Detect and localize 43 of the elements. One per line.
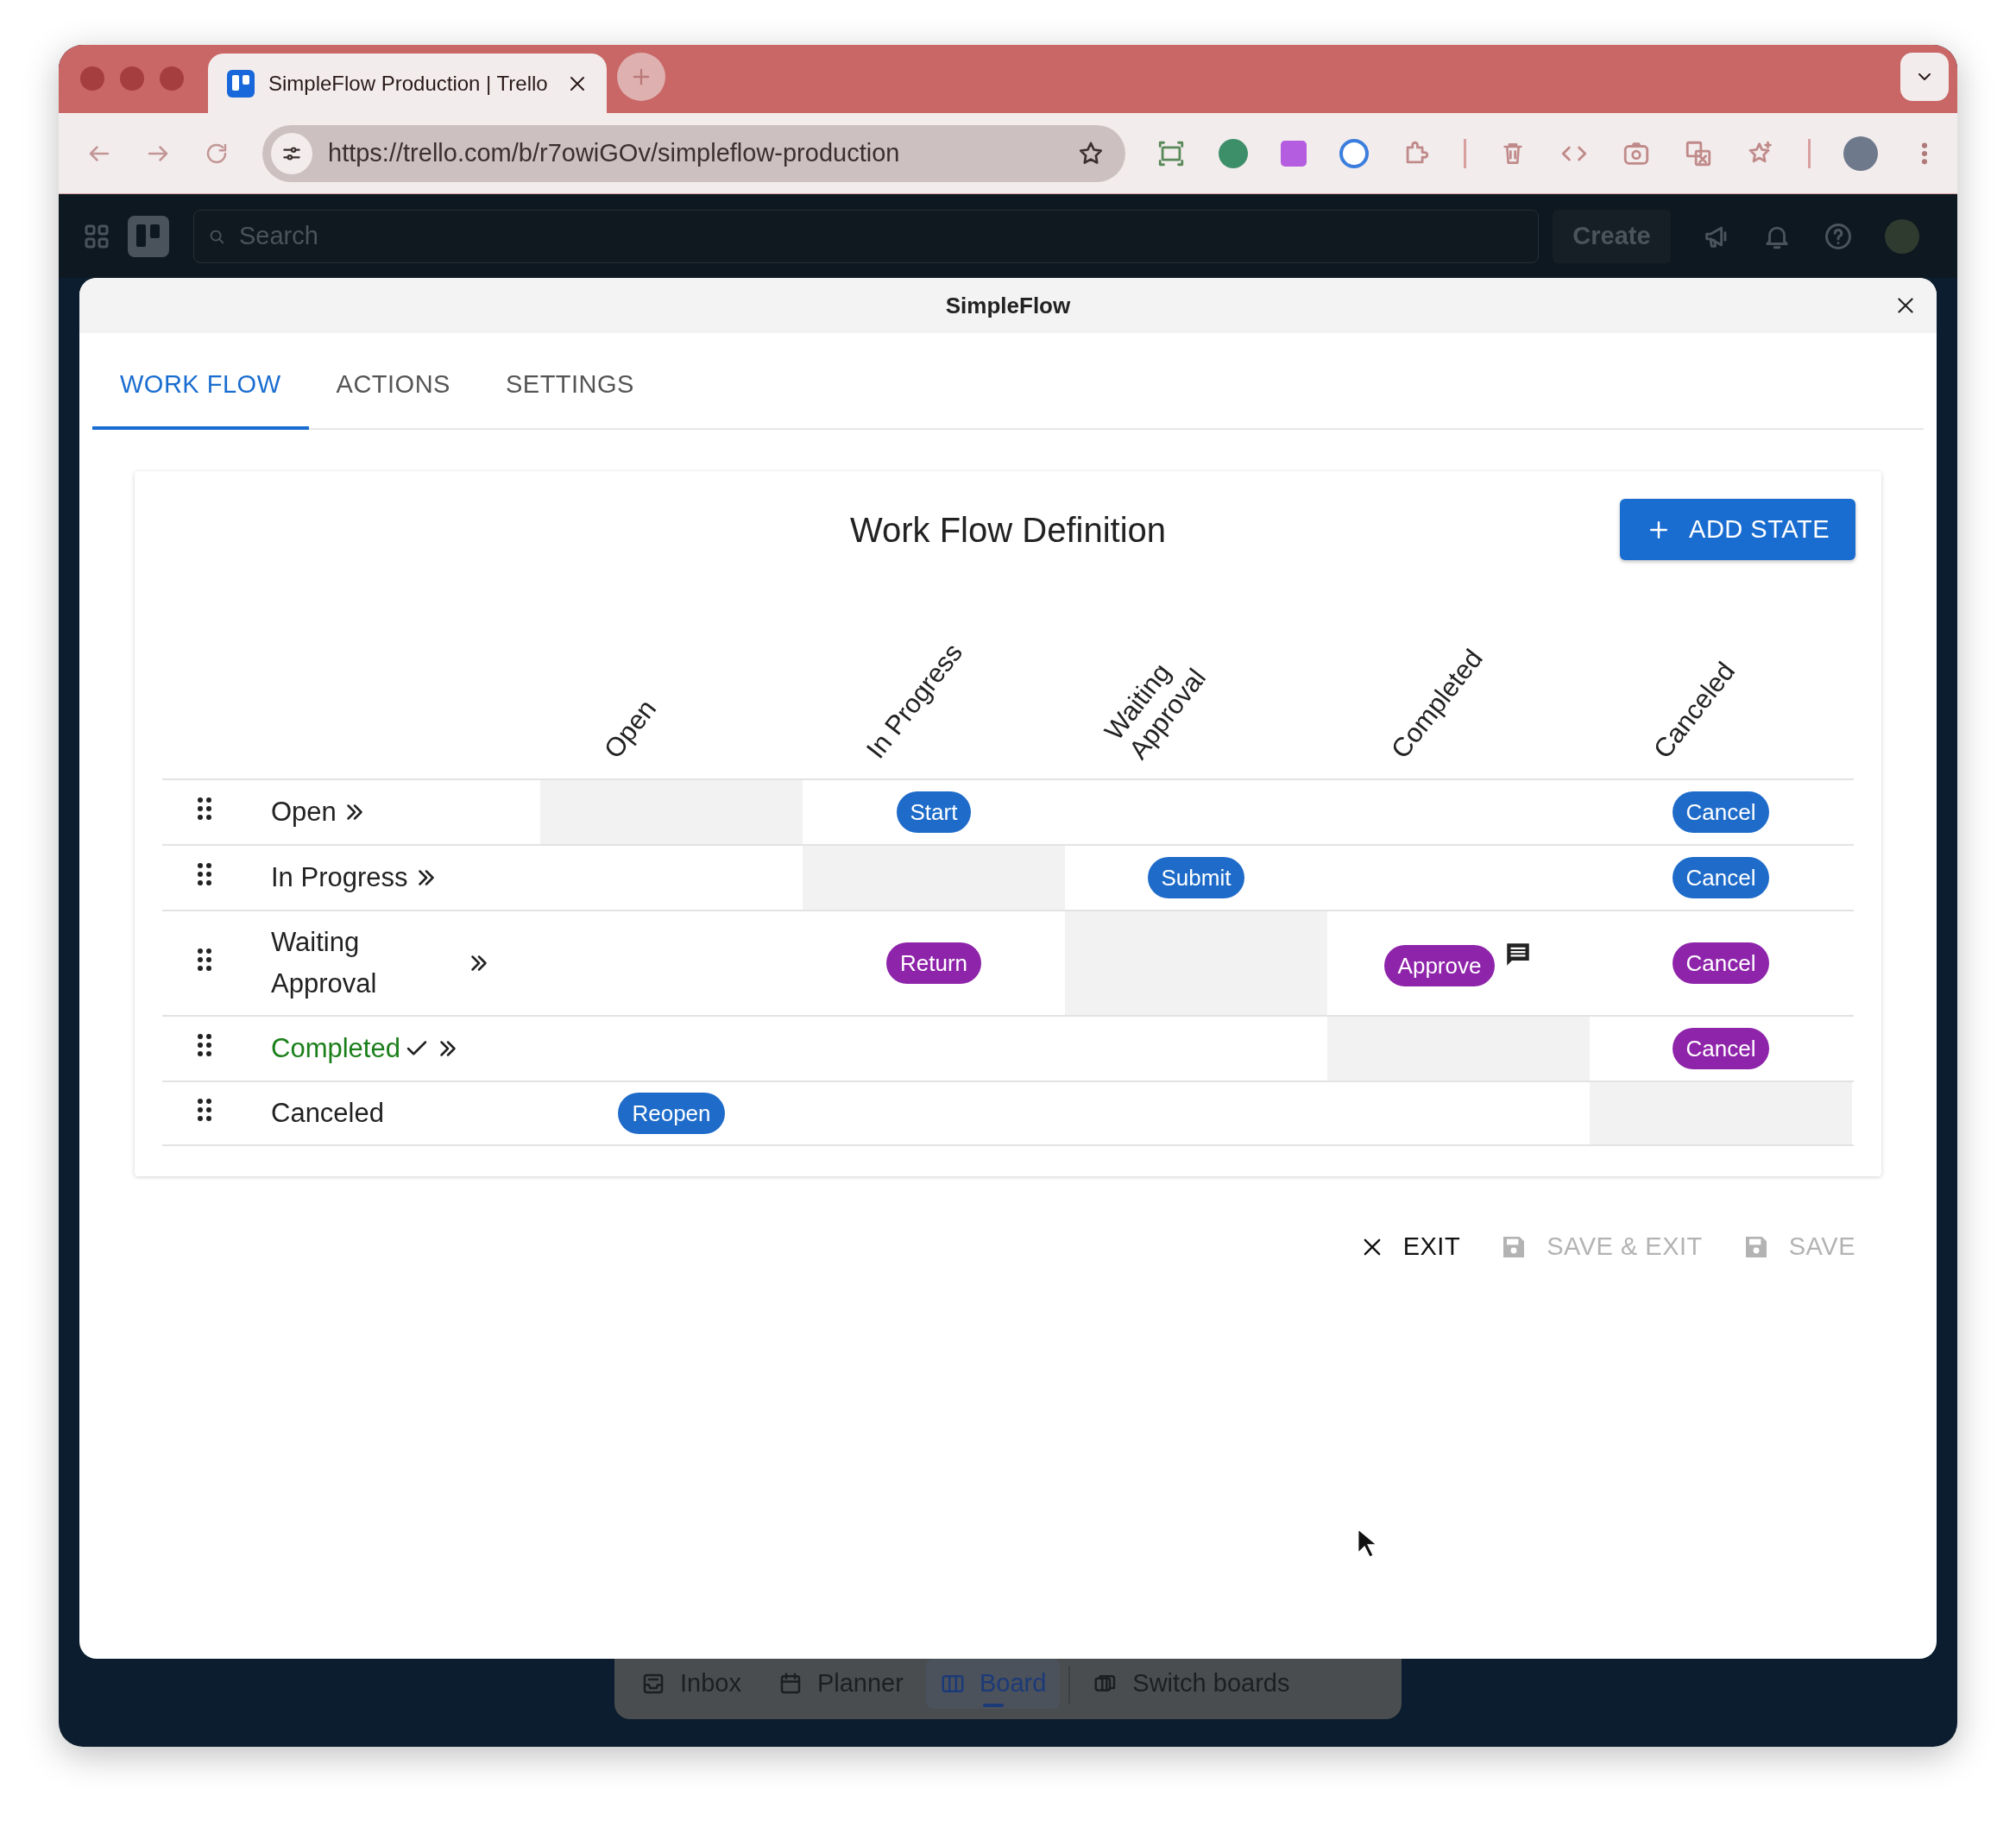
state-label: Canceled — [271, 1096, 384, 1130]
new-tab-button[interactable] — [617, 53, 665, 101]
tab[interactable]: WORK FLOW — [92, 343, 309, 430]
maximize-window-button[interactable] — [160, 66, 184, 91]
grammar-extension-icon[interactable] — [1219, 138, 1248, 168]
tab[interactable]: SETTINGS — [477, 343, 662, 430]
tab[interactable]: ACTIONS — [308, 343, 478, 430]
address-bar[interactable]: https://trello.com/b/r7owiGOv/simpleflow-production — [262, 124, 1125, 182]
drag-handle-icon[interactable] — [197, 797, 212, 821]
dialog-title: SimpleFlow — [945, 291, 1071, 320]
drag-handle-icon[interactable] — [197, 1033, 212, 1057]
board-logo-icon[interactable] — [128, 215, 169, 257]
browser-tab[interactable]: SimpleFlow Production | Trello — [208, 54, 607, 113]
transition-chip[interactable]: Cancel — [1672, 791, 1770, 833]
transition-chip[interactable]: Start — [896, 791, 972, 833]
password-extension-icon[interactable] — [1339, 138, 1369, 168]
card-title: Work Flow Definition — [849, 509, 1166, 551]
profile-avatar[interactable] — [1843, 135, 1878, 171]
site-settings-button[interactable] — [271, 132, 312, 174]
state-label: Completed — [271, 1031, 400, 1065]
state-label: Open — [271, 795, 337, 829]
transition-chip[interactable]: Cancel — [1672, 1028, 1770, 1069]
transition-chip[interactable]: Reopen — [618, 1093, 725, 1134]
minimize-window-button[interactable] — [120, 66, 144, 91]
tab-title: SimpleFlow Production | Trello — [268, 70, 548, 97]
transition-chip[interactable]: Approve — [1383, 945, 1496, 986]
drag-handle-icon[interactable] — [197, 862, 212, 886]
transition-chip[interactable]: Submit — [1147, 857, 1245, 898]
trello-logo-icon — [227, 69, 255, 98]
state-label: In Progress — [271, 860, 408, 894]
notes-extension-icon[interactable] — [1281, 140, 1307, 167]
transition-chip[interactable]: Return — [885, 942, 981, 984]
close-window-button[interactable] — [80, 66, 104, 91]
add-state-button[interactable]: ADD STATE — [1620, 499, 1855, 560]
transition-chip[interactable]: Cancel — [1672, 942, 1770, 984]
search-field[interactable]: Search — [193, 209, 1539, 263]
url-text: https://trello.com/b/r7owiGOv/simpleflow-production — [328, 137, 900, 168]
drag-handle-icon[interactable] — [197, 1098, 212, 1122]
transition-chip[interactable]: Cancel — [1672, 857, 1770, 898]
state-label: Waiting Approval — [271, 925, 378, 1000]
footer-button[interactable]: EXIT — [1359, 1228, 1461, 1266]
drag-handle-icon[interactable] — [197, 948, 212, 972]
tab-list-button[interactable] — [1900, 53, 1949, 101]
